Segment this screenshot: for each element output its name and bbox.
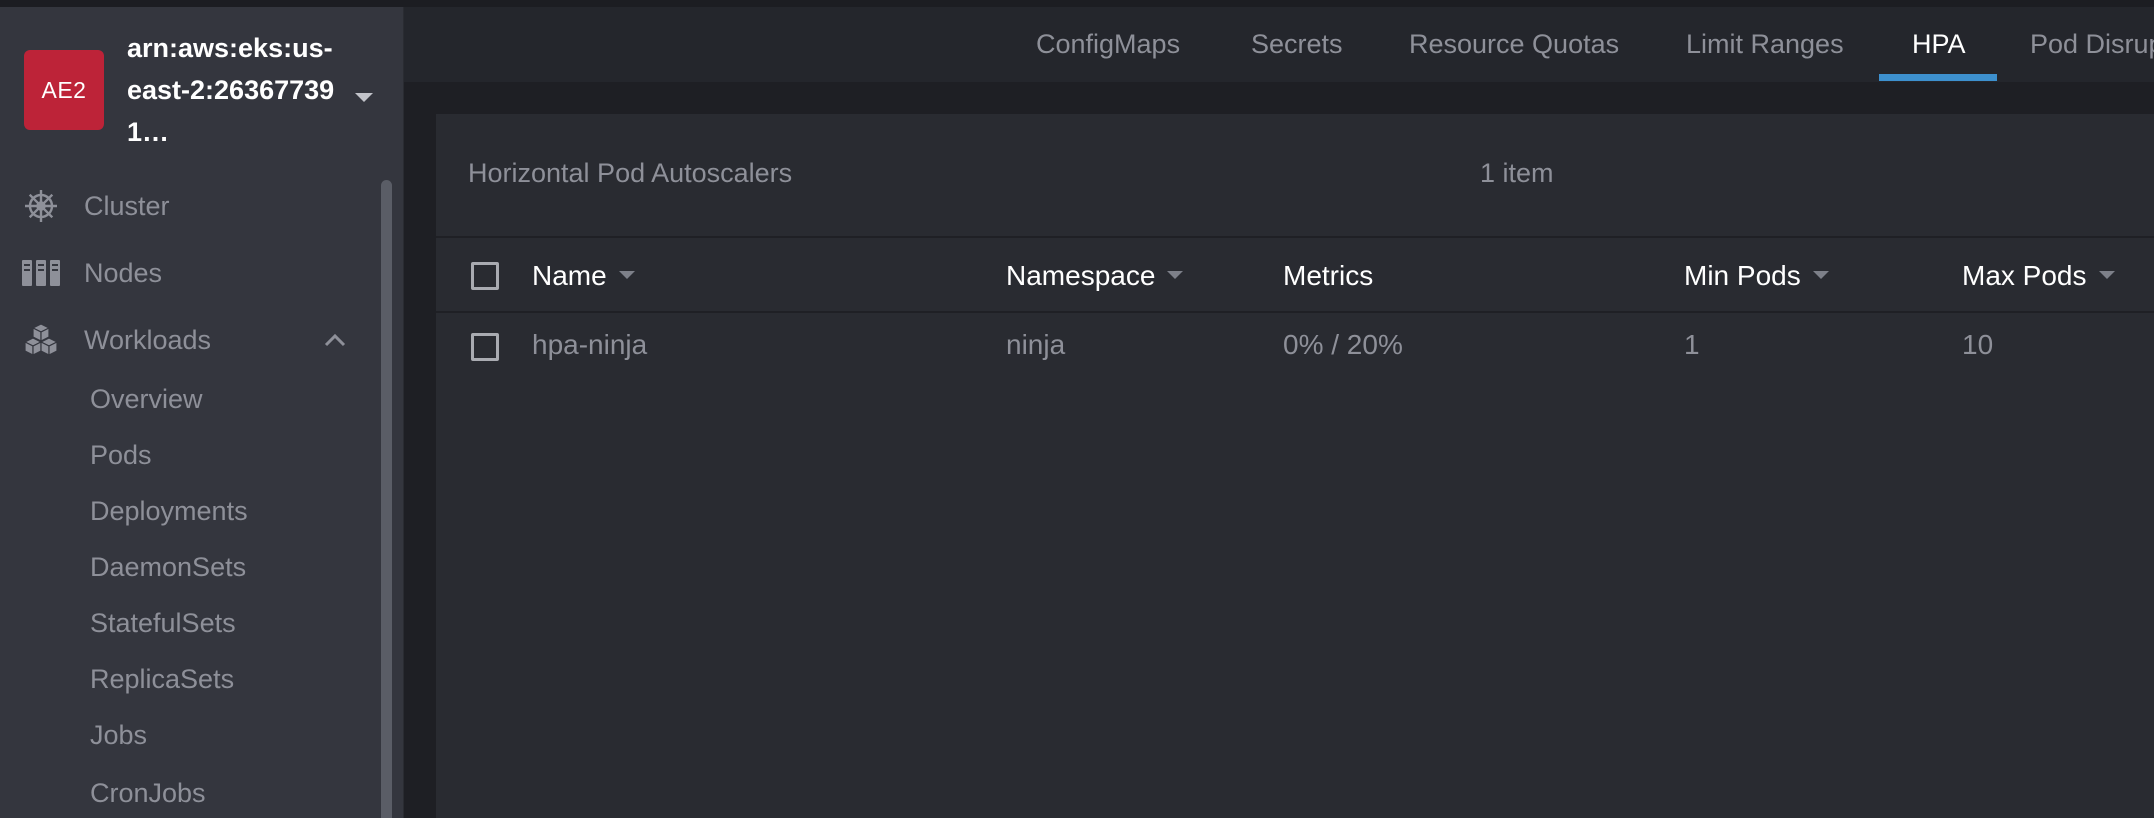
tab-secrets[interactable]: Secrets — [1251, 7, 1343, 82]
sidebar-scrollbar[interactable] — [381, 180, 392, 818]
column-header-min-pods[interactable]: Min Pods — [1684, 260, 1829, 292]
tab-limit-ranges[interactable]: Limit Ranges — [1686, 7, 1844, 82]
sidebar-item-label: Nodes — [84, 257, 163, 288]
sidebar-subitem-overview[interactable]: Overview — [90, 384, 203, 415]
sidebar-subitem-statefulsets[interactable]: StatefulSets — [90, 608, 236, 639]
column-header-namespace[interactable]: Namespace — [1006, 260, 1184, 292]
tab-hpa[interactable]: HPA — [1912, 7, 1966, 82]
sidebar-subitem-deployments[interactable]: Deployments — [90, 496, 248, 527]
sidebar-subitem-replicasets[interactable]: ReplicaSets — [90, 664, 234, 695]
hpa-panel — [436, 114, 2154, 818]
helm-wheel-icon — [22, 187, 60, 225]
sidebar-subitem-jobs[interactable]: Jobs — [90, 720, 147, 751]
panel-title: Horizontal Pod Autoscalers — [468, 158, 793, 188]
header-divider — [436, 236, 2154, 238]
item-count: 1 item — [1480, 158, 1554, 188]
column-header-max-pods[interactable]: Max Pods — [1962, 260, 2115, 292]
chevron-down-icon[interactable] — [353, 87, 375, 109]
server-rack-icon — [22, 254, 60, 292]
sort-caret-icon — [1812, 270, 1829, 279]
row-checkbox[interactable] — [471, 333, 499, 361]
sidebar-subitem-daemonsets[interactable]: DaemonSets — [90, 552, 246, 583]
sort-caret-icon — [618, 270, 635, 279]
sidebar-subitem-cronjobs[interactable]: CronJobs — [90, 778, 206, 809]
column-header-label: Metrics — [1283, 260, 1374, 291]
cell-max-pods: 10 — [1962, 329, 1994, 360]
cluster-header[interactable]: AE2 arn:aws:eks:us-east-2:263677391… — [0, 7, 403, 172]
top-strip — [0, 0, 2154, 7]
table-header-divider — [436, 311, 2154, 313]
sidebar-item-workloads[interactable]: Workloads — [0, 311, 370, 369]
tab-configmaps[interactable]: ConfigMaps — [1036, 7, 1180, 82]
sidebar-item-cluster[interactable]: Cluster — [0, 177, 370, 235]
cluster-name[interactable]: arn:aws:eks:us-east-2:263677391… — [127, 27, 337, 153]
sidebar-item-label: Workloads — [84, 324, 212, 355]
select-all-checkbox[interactable] — [471, 262, 499, 290]
column-header-label: Namespace — [1006, 260, 1156, 291]
chevron-up-icon[interactable] — [322, 327, 348, 353]
cubes-icon — [22, 321, 60, 359]
column-header-metrics: Metrics — [1283, 260, 1373, 292]
cell-namespace[interactable]: ninja — [1006, 329, 1065, 361]
column-header-label: Name — [532, 260, 607, 291]
cluster-avatar[interactable]: AE2 — [24, 50, 104, 130]
active-tab-indicator — [1879, 74, 1997, 81]
cell-min-pods: 1 — [1684, 329, 1700, 360]
app-window: AE2 arn:aws:eks:us-east-2:263677391… Clu… — [0, 0, 2154, 818]
column-header-name[interactable]: Name — [532, 260, 635, 292]
tab-resource-quotas[interactable]: Resource Quotas — [1409, 7, 1619, 82]
sort-caret-icon — [2098, 270, 2115, 279]
column-header-label: Min Pods — [1684, 260, 1801, 291]
sidebar-item-nodes[interactable]: Nodes — [0, 244, 370, 302]
sidebar-item-label: Cluster — [84, 190, 170, 221]
sidebar-subitem-pods[interactable]: Pods — [90, 440, 152, 471]
cell-name[interactable]: hpa-ninja — [532, 329, 647, 361]
column-header-label: Max Pods — [1962, 260, 2087, 291]
sort-caret-icon — [1167, 270, 1184, 279]
cell-metrics: 0% / 20% — [1283, 329, 1403, 360]
sidebar: AE2 arn:aws:eks:us-east-2:263677391… Clu… — [0, 7, 404, 818]
tab-pod-disruption-budgets[interactable]: Pod Disrup — [2030, 7, 2154, 82]
